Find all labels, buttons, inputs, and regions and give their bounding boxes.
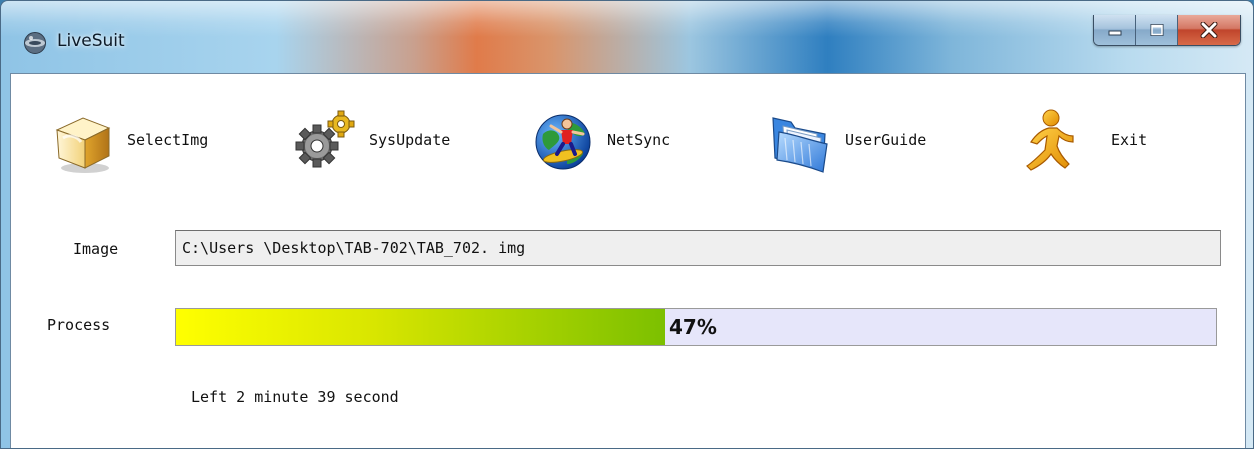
maximize-button[interactable]	[1136, 15, 1178, 45]
close-icon	[1200, 22, 1218, 38]
running-man-icon	[1026, 109, 1074, 171]
userguide-button[interactable]: UserGuide	[765, 102, 926, 178]
selectimg-button[interactable]: SelectImg	[47, 102, 208, 178]
minimize-icon	[1108, 30, 1121, 36]
progress-percent: 47%	[669, 315, 717, 339]
livesuit-logo-icon	[24, 32, 46, 54]
minimize-button[interactable]	[1094, 15, 1136, 45]
process-label: Process	[47, 316, 111, 334]
netsync-button[interactable]: NetSync	[527, 102, 670, 178]
progress-fill	[176, 309, 665, 345]
selectimg-label: SelectImg	[127, 131, 209, 149]
sysupdate-label: SysUpdate	[369, 131, 451, 149]
livesuit-window: LiveSuit SelectImg SysUpdate NetSync Use…	[0, 0, 1254, 449]
package-box-icon	[55, 117, 111, 173]
gears-icon	[295, 110, 355, 168]
exit-button[interactable]: Exit	[1011, 102, 1147, 178]
process-progress-bar: 47%	[175, 308, 1217, 346]
maximize-icon	[1150, 24, 1163, 36]
caption-buttons	[1093, 15, 1241, 46]
globe-surfer-icon	[535, 114, 591, 170]
title-bar[interactable]: LiveSuit	[1, 1, 1253, 73]
sysupdate-button[interactable]: SysUpdate	[289, 102, 450, 178]
image-path-field[interactable]	[175, 230, 1221, 266]
time-left-text: Left 2 minute 39 second	[191, 388, 399, 406]
close-button[interactable]	[1178, 15, 1240, 45]
folder-icon	[772, 117, 828, 173]
userguide-label: UserGuide	[845, 131, 927, 149]
client-area: SelectImg SysUpdate NetSync UserGuide Ex…	[10, 73, 1246, 448]
image-label: Image	[73, 240, 119, 258]
netsync-label: NetSync	[607, 131, 671, 149]
exit-label: Exit	[1111, 131, 1148, 149]
window-title: LiveSuit	[57, 31, 125, 51]
